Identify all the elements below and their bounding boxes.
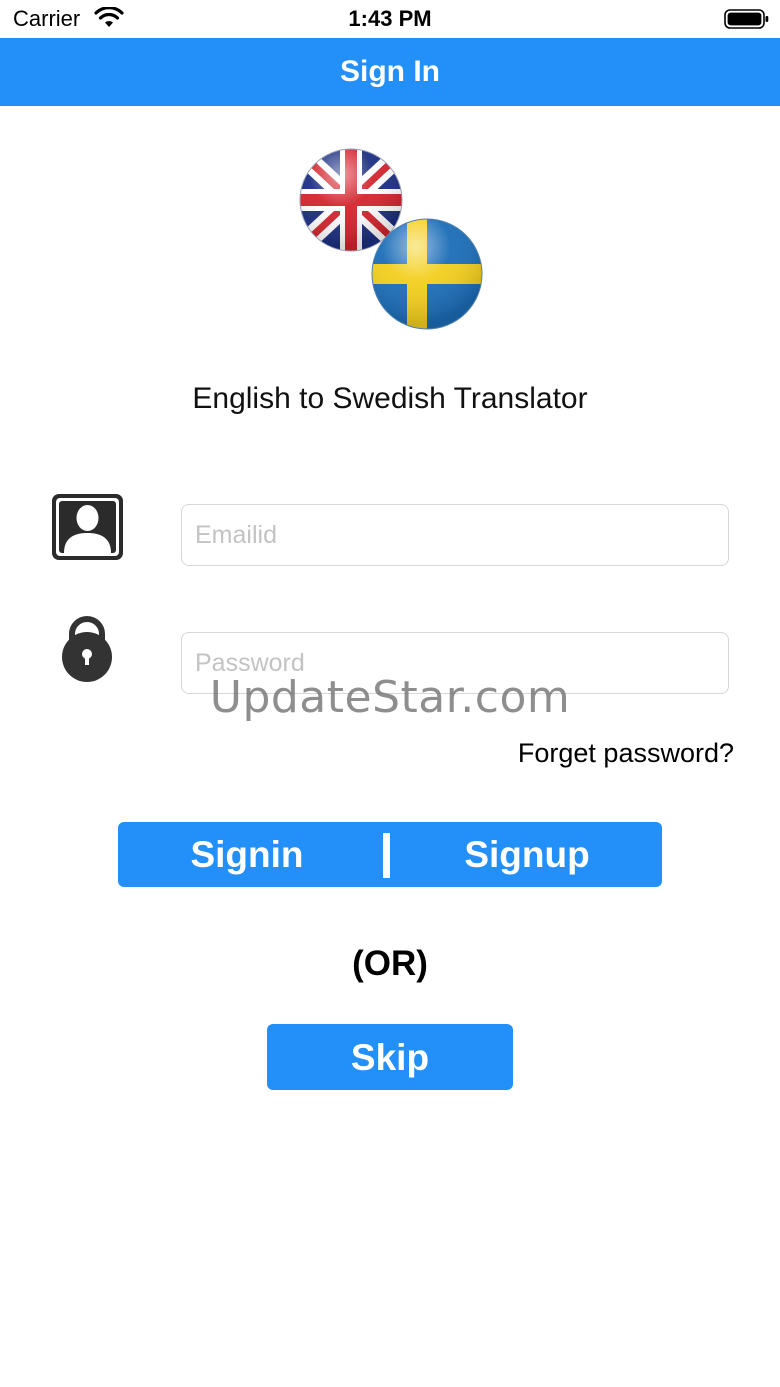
or-label: (OR) — [352, 944, 428, 983]
auth-button-bar: Signin Signup — [118, 822, 662, 887]
nav-bar: Sign In — [0, 38, 780, 106]
skip-button[interactable]: Skip — [267, 1024, 513, 1090]
lock-icon — [62, 616, 112, 682]
user-icon — [52, 494, 123, 560]
battery-icon — [724, 9, 769, 29]
password-field[interactable] — [181, 632, 729, 694]
email-field[interactable] — [181, 504, 729, 566]
signup-button[interactable]: Signup — [398, 822, 656, 887]
status-bar: Carrier 1:43 PM — [0, 0, 780, 38]
signin-button[interactable]: Signin — [118, 822, 376, 887]
auth-divider — [383, 833, 390, 878]
app-title: English to Swedish Translator — [192, 382, 588, 415]
status-time: 1:43 PM — [348, 6, 432, 31]
uk-sweden-flags-logo — [299, 148, 483, 330]
page-title: Sign In — [340, 55, 440, 88]
forget-password-link[interactable]: Forget password? — [518, 738, 734, 769]
